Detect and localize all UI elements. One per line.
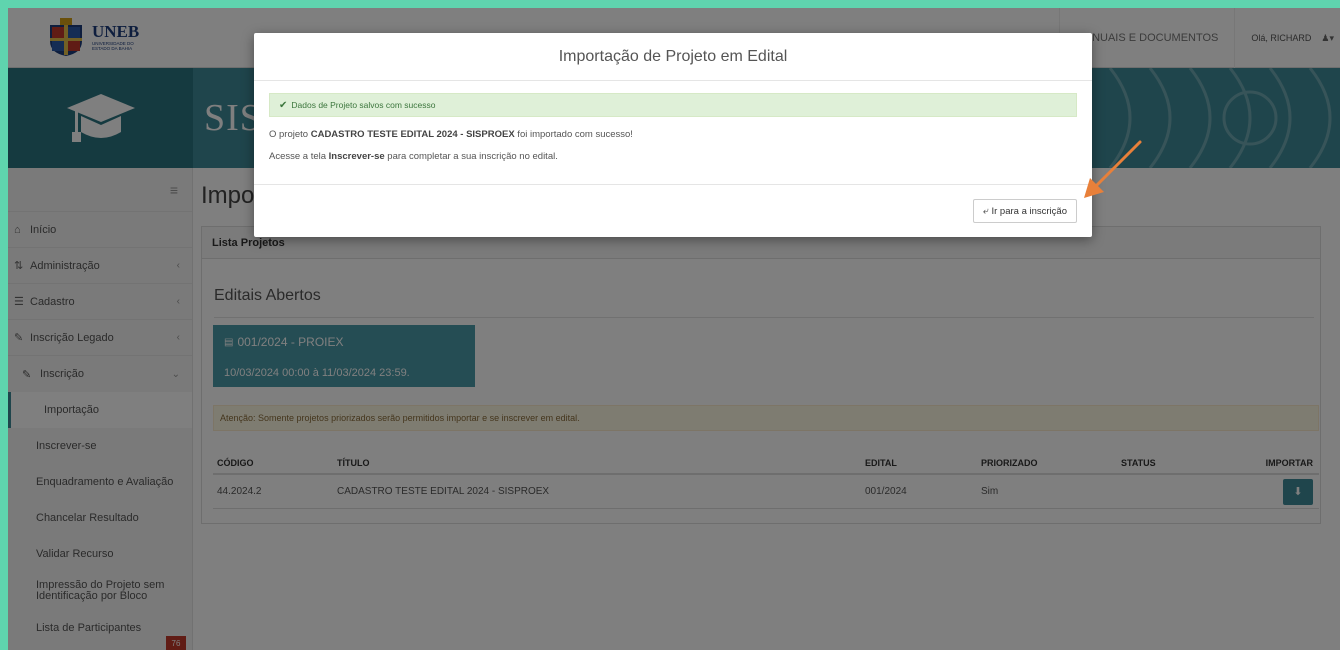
success-alert: ✔ Dados de Projeto salvos com sucesso	[269, 93, 1077, 117]
success-message: Dados de Projeto salvos com sucesso	[291, 100, 436, 110]
modal-footer: ⤶ Ir para a inscrição	[254, 185, 1092, 237]
next-step-suffix: para completar a sua inscrição no edital…	[384, 151, 558, 162]
modal-body: ✔ Dados de Projeto salvos com sucesso O …	[254, 81, 1092, 185]
import-message-prefix: O projeto	[269, 129, 311, 140]
next-step-prefix: Acesse a tela	[269, 151, 329, 162]
app-frame: UNEB Universidade do Estado da Bahia MAN…	[8, 8, 1340, 650]
check-icon: ✔	[279, 99, 288, 111]
inscrever-se-link-text: Inscrever-se	[328, 151, 385, 162]
reply-icon: ⤶	[982, 205, 989, 217]
next-step-message: Acesse a tela Inscrever-se para completa…	[269, 151, 1077, 162]
go-to-inscription-button[interactable]: ⤶ Ir para a inscrição	[972, 199, 1077, 223]
go-to-inscription-label: Ir para a inscrição	[991, 205, 1067, 217]
import-success-modal: Importação de Projeto em Edital ✔ Dados …	[254, 33, 1092, 237]
modal-title: Importação de Projeto em Edital	[254, 33, 1092, 81]
import-message: O projeto CADASTRO TESTE EDITAL 2024 - S…	[269, 129, 1077, 140]
annotation-arrow-icon	[1084, 140, 1142, 198]
project-name: CADASTRO TESTE EDITAL 2024 - SISPROEX	[310, 129, 515, 140]
import-message-suffix: foi importado com sucesso!	[514, 129, 633, 140]
